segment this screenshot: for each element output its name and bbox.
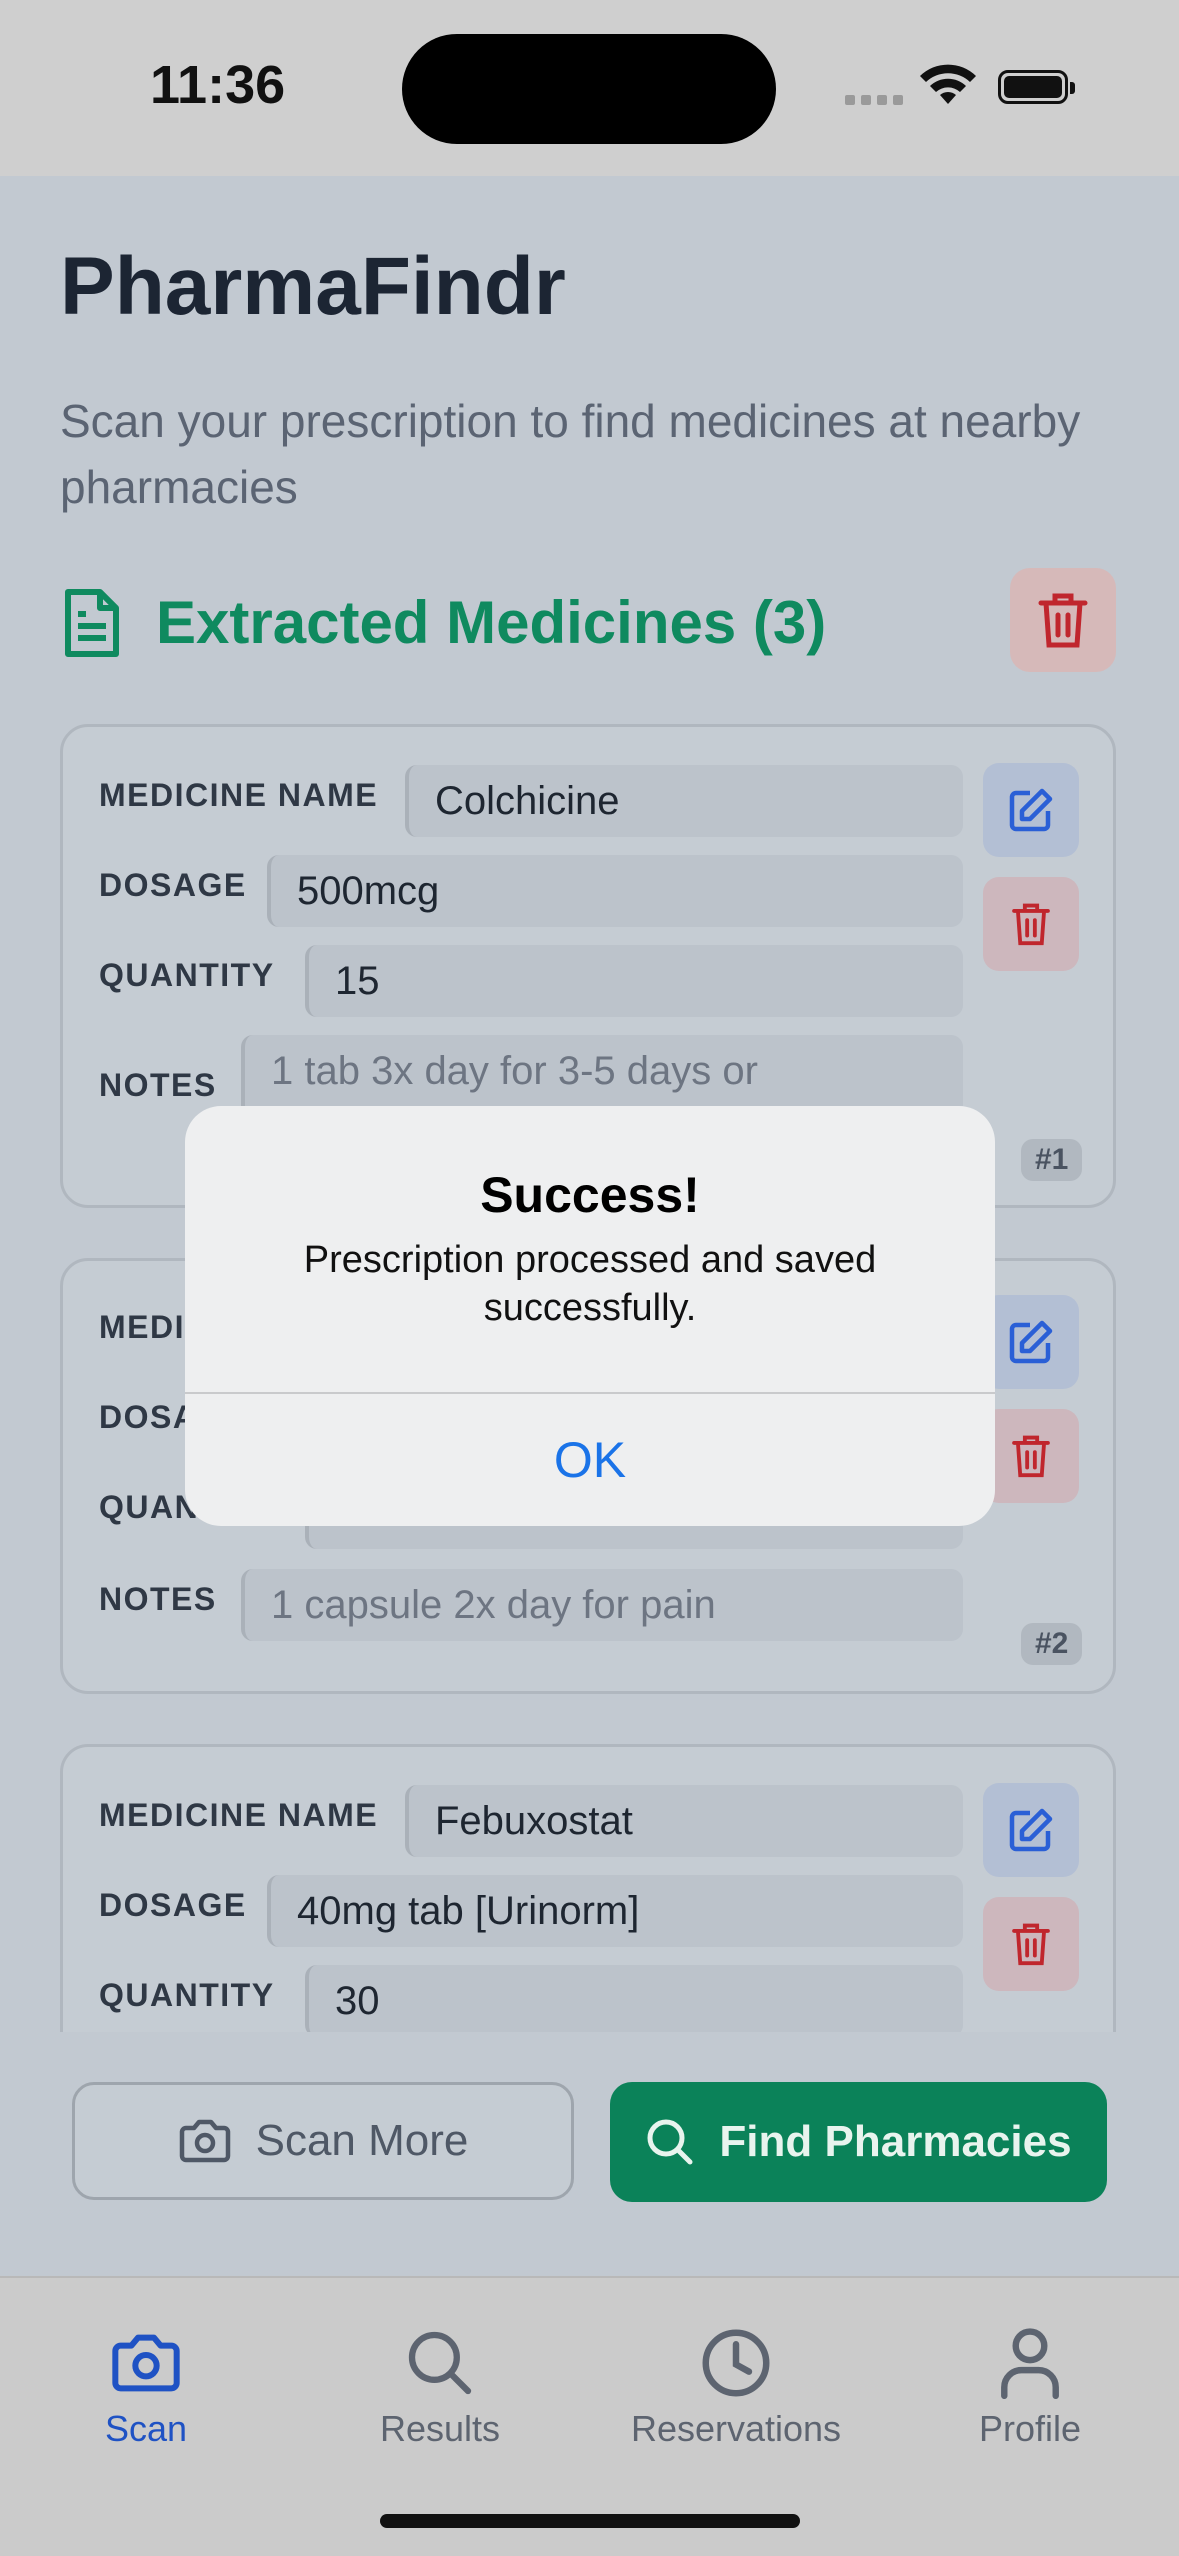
trash-icon — [1012, 1435, 1050, 1478]
quantity-label: QUANTITY — [99, 1977, 275, 2013]
alert-title: Success! — [480, 1167, 700, 1223]
quantity-field[interactable]: 15 — [305, 945, 963, 1017]
home-indicator — [380, 2514, 800, 2528]
trash-icon — [1012, 1923, 1050, 1966]
delete-button[interactable] — [983, 1409, 1079, 1503]
alert-message: Prescription processed and saved success… — [303, 1239, 877, 1329]
dynamic-island — [402, 34, 776, 144]
tab-label: Results — [379, 2408, 501, 2449]
page-title: PharmaFindr — [60, 241, 566, 332]
dosage-field[interactable]: 500mcg — [267, 855, 963, 927]
edit-icon — [1009, 1320, 1053, 1364]
medicine-card: MEDICINE NAME Febuxostat DOSAGE 40mg tab… — [60, 1744, 1116, 2074]
medicine-name-label: MEDICINE NAME — [99, 1797, 379, 1833]
dosage-label: DOSAGE — [99, 1887, 247, 1923]
edit-icon — [1009, 788, 1053, 832]
medicine-name-field[interactable]: Colchicine — [405, 765, 963, 837]
tab-reservations[interactable]: Reservations — [606, 2318, 866, 2450]
edit-button[interactable] — [983, 1295, 1079, 1389]
tab-scan[interactable]: Scan — [16, 2318, 276, 2450]
document-icon — [62, 588, 122, 663]
dosage-label: DOSAGE — [99, 867, 247, 903]
wifi-icon — [920, 64, 976, 113]
tab-label: Profile — [978, 2408, 1082, 2449]
tab-label: Scan — [104, 2408, 188, 2449]
notes-field[interactable]: 1 capsule 2x day for pain — [241, 1569, 963, 1641]
alert-ok-button[interactable]: OK — [185, 1394, 995, 1526]
status-time: 11:36 — [150, 55, 286, 115]
page-subtitle: Scan your prescription to find medicines… — [60, 395, 1081, 513]
tab-results[interactable]: Results — [310, 2318, 570, 2450]
scan-more-button[interactable]: Scan More — [72, 2082, 574, 2200]
find-pharmacies-label: Find Pharmacies — [719, 2117, 1072, 2166]
search-icon — [408, 2331, 472, 2395]
medicine-name-field[interactable]: Febuxostat — [405, 1785, 963, 1857]
success-alert: Success! Prescription processed and save… — [185, 1106, 995, 1526]
edit-button[interactable] — [983, 763, 1079, 857]
camera-icon — [112, 2334, 180, 2392]
edit-button[interactable] — [983, 1783, 1079, 1877]
quantity-label: QUANTITY — [99, 957, 275, 993]
cellular-signal-icon — [845, 92, 909, 110]
person-icon — [1001, 2328, 1059, 2399]
battery-icon — [998, 70, 1075, 104]
trash-icon — [1038, 593, 1088, 648]
notes-label: NOTES — [99, 1581, 217, 1617]
delete-button[interactable] — [983, 877, 1079, 971]
tab-profile[interactable]: Profile — [900, 2318, 1160, 2450]
medicine-name-label: MEDICINE NAME — [99, 777, 379, 813]
item-index-badge: #2 — [1021, 1623, 1083, 1665]
dosage-field[interactable]: 40mg tab [Urinorm] — [267, 1875, 963, 1947]
tab-label: Reservations — [630, 2408, 842, 2449]
item-index-badge: #1 — [1021, 1139, 1083, 1181]
edit-icon — [1009, 1808, 1053, 1852]
clear-all-button[interactable] — [1010, 568, 1116, 672]
find-pharmacies-button[interactable]: Find Pharmacies — [610, 2082, 1107, 2202]
section-title: Extracted Medicines (3) — [156, 589, 827, 656]
delete-button[interactable] — [983, 1897, 1079, 1991]
camera-icon — [179, 2119, 230, 2163]
notes-label: NOTES — [99, 1067, 217, 1103]
clock-icon — [702, 2329, 770, 2397]
scan-more-label: Scan More — [255, 2116, 469, 2165]
trash-icon — [1012, 903, 1050, 946]
quantity-field[interactable]: 30 — [305, 1965, 963, 2037]
search-icon — [647, 2119, 693, 2165]
